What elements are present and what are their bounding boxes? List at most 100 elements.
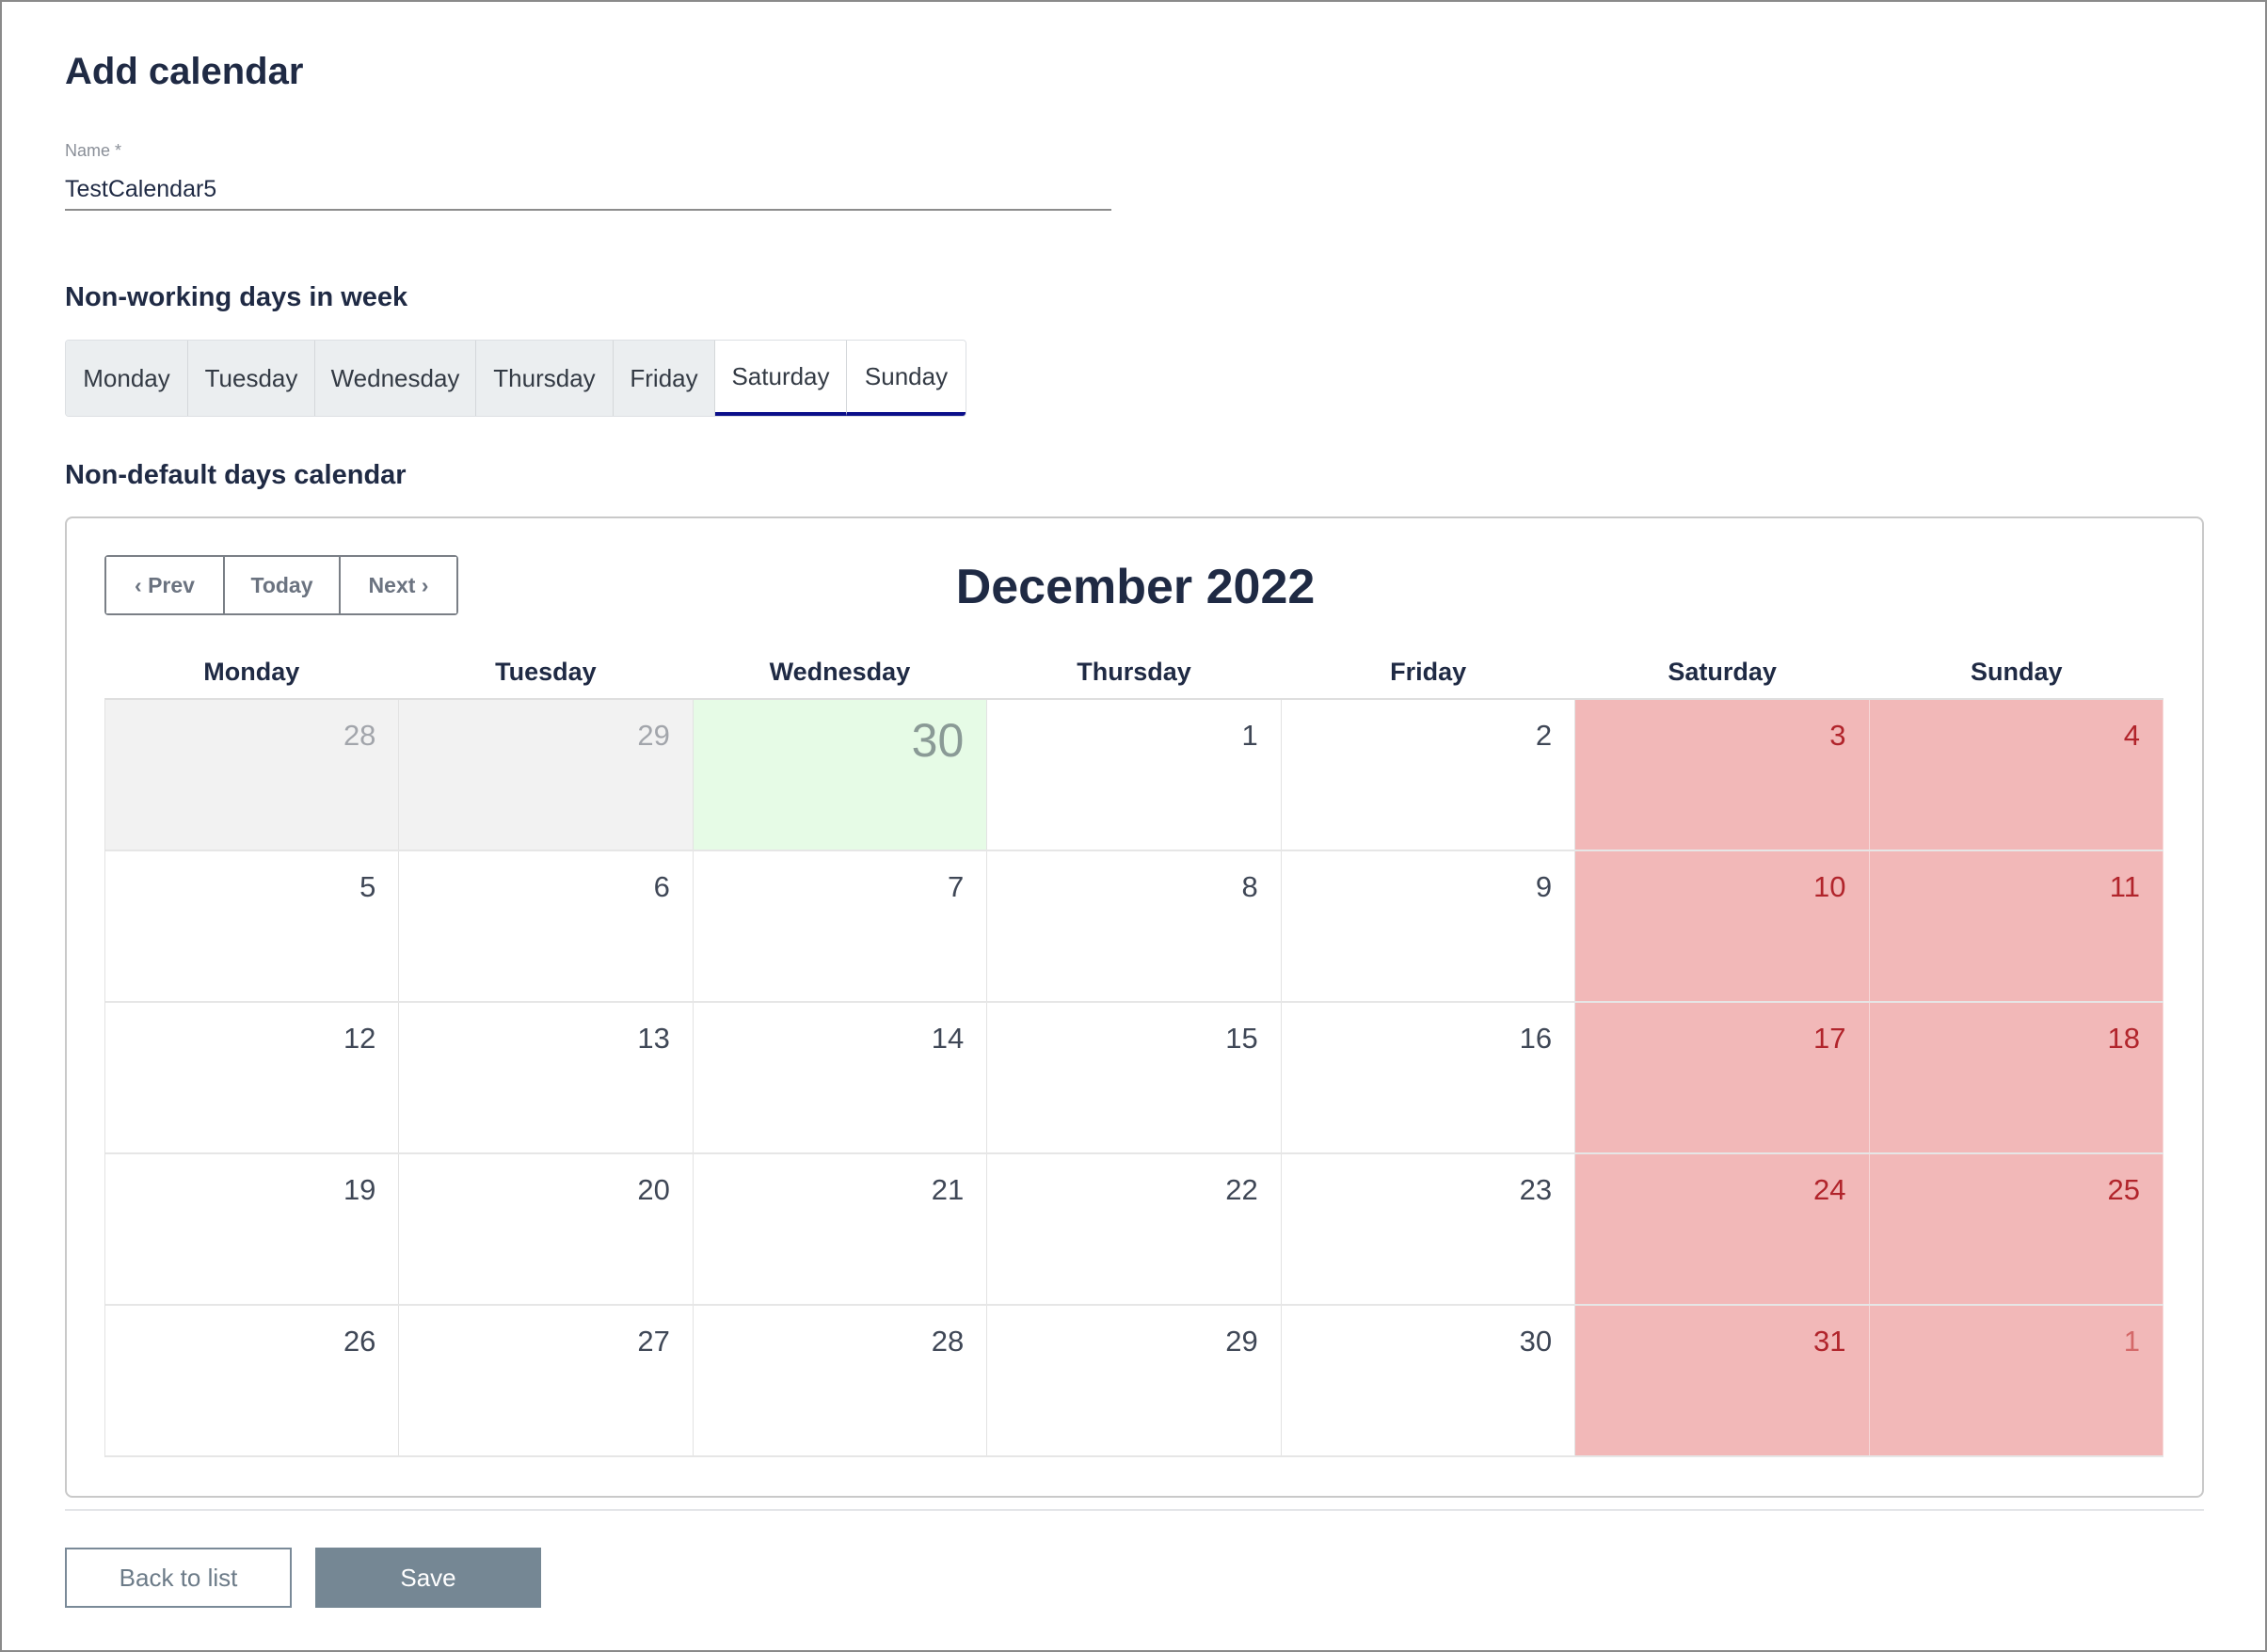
calendar-day-cell[interactable]: 28: [693, 1306, 988, 1455]
day-number: 15: [1225, 1022, 1258, 1055]
save-button[interactable]: Save: [315, 1548, 541, 1608]
day-toggle-tuesday[interactable]: Tuesday: [188, 341, 315, 416]
weekday-header: Thursday: [1077, 658, 1191, 686]
day-number: 28: [343, 719, 376, 752]
day-number: 1: [1241, 719, 1258, 752]
calendar-day-cell[interactable]: 11: [1869, 851, 2163, 1001]
calendar-week-row: 12 13 14 15 16 17 18: [105, 1003, 2163, 1154]
calendar-day-cell[interactable]: 10: [1575, 851, 1870, 1001]
calendar-day-cell[interactable]: 28: [105, 700, 400, 850]
day-toggle-friday[interactable]: Friday: [614, 341, 715, 416]
month-title: December 2022: [955, 560, 1316, 614]
day-number: 4: [2123, 719, 2140, 752]
calendar-day-cell[interactable]: 21: [693, 1154, 988, 1304]
back-to-list-button[interactable]: Back to list: [65, 1548, 292, 1608]
calendar-day-cell[interactable]: 29: [987, 1306, 1282, 1455]
day-number: 23: [1519, 1173, 1553, 1206]
day-number: 18: [2107, 1022, 2140, 1055]
day-number: 1: [2123, 1325, 2140, 1358]
non-default-days-title: Non-default days calendar: [65, 460, 407, 490]
day-number: 16: [1519, 1022, 1553, 1055]
day-number: 19: [343, 1173, 376, 1206]
name-field-label: Name *: [65, 141, 122, 160]
day-number: 6: [653, 870, 670, 903]
calendar-day-cell[interactable]: 18: [1869, 1003, 2163, 1152]
calendar-week-row: 28 29 30 1 2 3 4: [105, 700, 2163, 851]
day-number: 27: [637, 1325, 670, 1358]
weekday-header: Monday: [203, 658, 300, 686]
footer-divider: [65, 1509, 2204, 1511]
day-number: 9: [1535, 870, 1553, 903]
day-number: 5: [359, 870, 376, 903]
non-working-days-toggle-group: Monday Tuesday Wednesday Thursday Friday…: [65, 340, 966, 417]
calendar-day-cell[interactable]: 30: [693, 700, 988, 850]
day-toggle-thursday[interactable]: Thursday: [476, 341, 614, 416]
calendar-day-cell[interactable]: 29: [399, 700, 694, 850]
calendar-day-cell[interactable]: 23: [1281, 1154, 1576, 1304]
day-toggle-wednesday[interactable]: Wednesday: [315, 341, 476, 416]
calendar-day-cell[interactable]: 16: [1281, 1003, 1576, 1152]
day-number: 21: [931, 1173, 965, 1206]
calendar-day-cell[interactable]: 9: [1281, 851, 1576, 1001]
calendar-day-cell[interactable]: 5: [105, 851, 400, 1001]
calendar-day-cell[interactable]: 7: [693, 851, 988, 1001]
day-number: 12: [343, 1022, 376, 1055]
calendar-day-cell[interactable]: 13: [399, 1003, 694, 1152]
day-number: 13: [637, 1022, 670, 1055]
day-number: 14: [931, 1022, 965, 1055]
calendar-day-cell[interactable]: 20: [399, 1154, 694, 1304]
day-toggle-label: Monday: [83, 363, 170, 392]
day-number: 3: [1829, 719, 1846, 752]
day-number: 29: [637, 719, 670, 752]
calendar-day-cell[interactable]: 1: [987, 700, 1282, 850]
weekday-header: Friday: [1390, 658, 1467, 686]
page-title: Add calendar: [65, 51, 304, 92]
calendar-day-cell[interactable]: 8: [987, 851, 1282, 1001]
day-number: 26: [343, 1325, 376, 1358]
weekday-header: Saturday: [1668, 658, 1777, 686]
calendar-day-cell[interactable]: 1: [1869, 1306, 2163, 1455]
weekday-header-row: Monday Tuesday Wednesday Thursday Friday…: [104, 658, 2163, 687]
day-toggle-label: Saturday: [731, 361, 830, 390]
calendar-week-row: 5 6 7 8 9 10 11: [105, 851, 2163, 1003]
day-toggle-saturday[interactable]: Saturday: [715, 341, 847, 416]
non-working-days-title: Non-working days in week: [65, 282, 408, 312]
weekday-header: Wednesday: [769, 658, 911, 686]
day-number: 24: [1813, 1173, 1846, 1206]
calendar-day-cell[interactable]: 24: [1575, 1154, 1870, 1304]
calendar-day-cell[interactable]: 27: [399, 1306, 694, 1455]
day-number: 17: [1813, 1022, 1846, 1055]
day-number: 11: [2109, 870, 2140, 903]
name-input[interactable]: [65, 169, 1111, 211]
calendar-week-row: 19 20 21 22 23 24 25: [105, 1154, 2163, 1306]
day-toggle-label: Sunday: [864, 361, 949, 390]
day-number: 31: [1813, 1325, 1846, 1358]
calendar-day-cell[interactable]: 2: [1281, 700, 1576, 850]
calendar-week-row: 26 27 28 29 30 31 1: [105, 1306, 2163, 1457]
calendar-day-cell[interactable]: 30: [1281, 1306, 1576, 1455]
calendar-day-cell[interactable]: 19: [105, 1154, 400, 1304]
weekday-header: Sunday: [1970, 658, 2063, 686]
day-toggle-monday[interactable]: Monday: [66, 341, 188, 416]
calendar-day-cell[interactable]: 4: [1869, 700, 2163, 850]
calendar-day-cell[interactable]: 25: [1869, 1154, 2163, 1304]
day-toggle-sunday[interactable]: Sunday: [847, 341, 966, 416]
calendar-day-cell[interactable]: 14: [693, 1003, 988, 1152]
calendar-day-cell[interactable]: 31: [1575, 1306, 1870, 1455]
day-number: 28: [931, 1325, 965, 1358]
day-number: 7: [948, 870, 965, 903]
calendar-day-cell[interactable]: 3: [1575, 700, 1870, 850]
calendar-day-cell[interactable]: 6: [399, 851, 694, 1001]
calendar-day-cell[interactable]: 12: [105, 1003, 400, 1152]
calendar-day-cell[interactable]: 26: [105, 1306, 400, 1455]
day-number: 29: [1225, 1325, 1258, 1358]
calendar-day-cell[interactable]: 15: [987, 1003, 1282, 1152]
day-number: 10: [1813, 870, 1846, 903]
day-toggle-label: Friday: [630, 363, 698, 392]
day-toggle-label: Wednesday: [330, 363, 460, 392]
weekday-header: Tuesday: [495, 658, 597, 686]
day-number: 2: [1535, 719, 1553, 752]
calendar-day-cell[interactable]: 22: [987, 1154, 1282, 1304]
day-toggle-label: Thursday: [493, 363, 596, 392]
calendar-day-cell[interactable]: 17: [1575, 1003, 1870, 1152]
